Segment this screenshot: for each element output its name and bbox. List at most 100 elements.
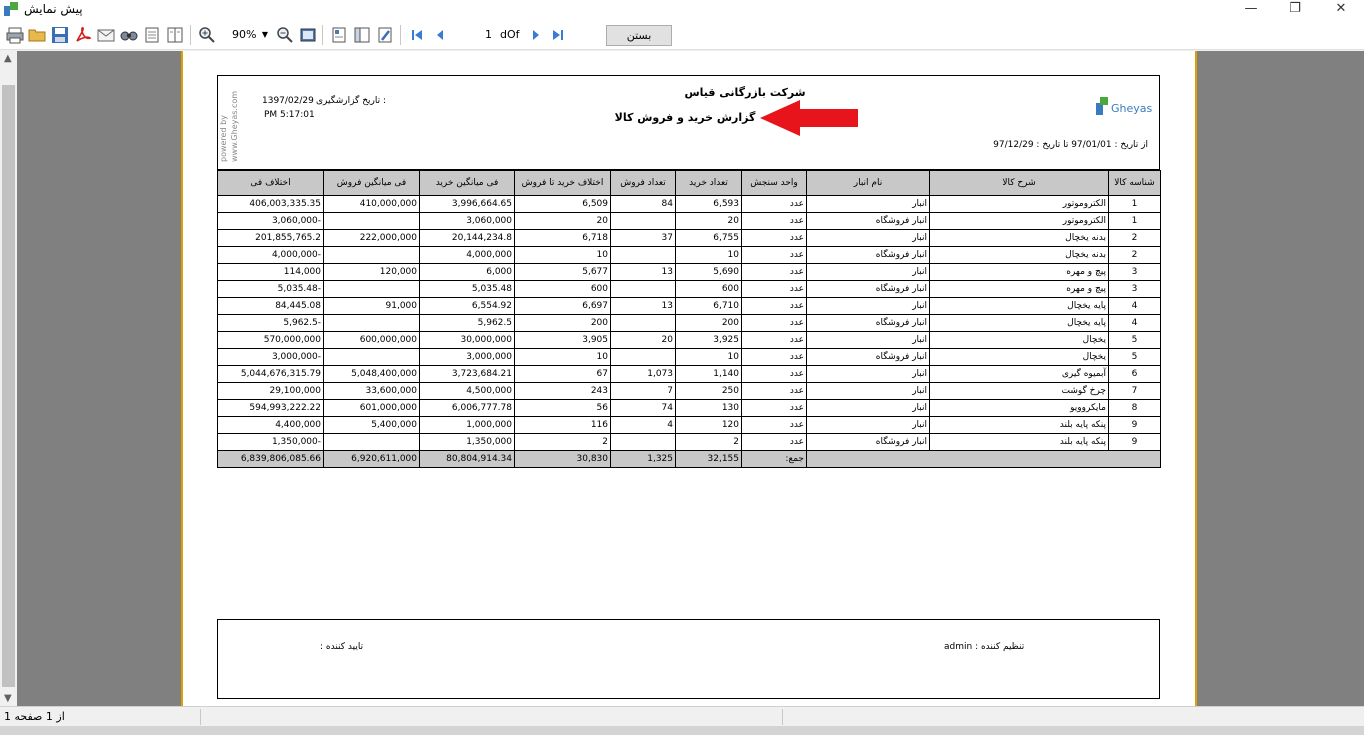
table-cell: 243 — [514, 382, 611, 400]
table-cell: 4,500,000 — [419, 382, 515, 400]
table-cell: انبار — [806, 297, 930, 315]
prev-page-icon[interactable] — [431, 26, 449, 44]
table-cell: 4,000,000- — [217, 246, 324, 264]
table-cell: 6,718 — [514, 229, 611, 247]
table-cell — [323, 348, 420, 366]
column-header: نام انبار — [806, 170, 930, 196]
page-of-label: dOf — [500, 28, 520, 41]
table-cell: 5,044,676,315.79 — [217, 365, 324, 383]
table-cell: 2 — [675, 433, 742, 451]
scroll-up-icon[interactable]: ▲ — [4, 53, 12, 64]
page-number-value: 1 — [485, 28, 492, 41]
save-icon[interactable] — [51, 26, 69, 44]
table-cell: 6,755 — [675, 229, 742, 247]
column-header: فی میانگین فروش — [323, 170, 420, 196]
table-cell: 5 — [1108, 331, 1161, 349]
total-cell: 32,155 — [675, 450, 742, 468]
zoom-select[interactable]: 90% ▼ — [224, 26, 270, 44]
zoom-out-icon[interactable] — [276, 26, 294, 44]
table-row: 1 الکتروموتور انبار فروشگاه عدد 20 20 3,060,00… — [217, 212, 1161, 230]
table-row: 5 یخچال انبار عدد 3,925 20 3,905 30,000,000 600,… — [217, 331, 1161, 349]
table-cell: 33,600,000 — [323, 382, 420, 400]
table-cell: 10 — [675, 246, 742, 264]
table-cell: انبار فروشگاه — [806, 314, 930, 332]
table-cell: انبار — [806, 263, 930, 281]
settings-icon[interactable] — [376, 26, 394, 44]
last-page-icon[interactable] — [549, 26, 567, 44]
close-button[interactable]: بستن — [606, 25, 672, 46]
total-cell: 30,830 — [514, 450, 611, 468]
table-cell: انبار فروشگاه — [806, 246, 930, 264]
preparer-label: تنظیم کننده : admin — [944, 642, 1025, 652]
table-row: 2 بدنه یخچال انبار فروشگاه عدد 10 10 4,000,000… — [217, 246, 1161, 264]
svg-text:Gheyas: Gheyas — [1111, 102, 1153, 115]
find-icon[interactable] — [120, 26, 138, 44]
table-cell: 1,000,000 — [419, 416, 515, 434]
pdf-icon[interactable] — [74, 26, 92, 44]
table-cell: 601,000,000 — [323, 399, 420, 417]
minimize-button[interactable]: — — [1228, 0, 1274, 20]
table-cell: 9 — [1108, 433, 1161, 451]
table-cell: 84,445.08 — [217, 297, 324, 315]
table-cell: 4,000,000 — [419, 246, 515, 264]
table-cell — [323, 433, 420, 451]
table-cell: 3,925 — [675, 331, 742, 349]
table-cell: 30,000,000 — [419, 331, 515, 349]
close-window-button[interactable]: ✕ — [1318, 0, 1364, 20]
table-cell: 5,677 — [514, 263, 611, 281]
report-time-value: PM 5:17:01 — [264, 110, 315, 120]
scrollbar-thumb[interactable] — [2, 85, 15, 687]
fit-page-icon[interactable] — [299, 26, 317, 44]
company-name: شرکت بازرگانی قیاس — [684, 86, 806, 99]
title-bar: پیش نمایش — ❐ ✕ — [0, 0, 1364, 20]
table-cell: عدد — [741, 365, 807, 383]
thumbnails-icon[interactable] — [330, 26, 348, 44]
table-cell: پنکه پایه بلند — [929, 433, 1109, 451]
print-icon[interactable] — [6, 26, 24, 44]
table-cell: 1,073 — [610, 365, 676, 383]
table-cell: 222,000,000 — [323, 229, 420, 247]
table-cell: 200 — [514, 314, 611, 332]
totals-row: جمع: 32,155 1,325 30,830 80,804,914.34 6,920,… — [217, 450, 1161, 468]
multi-page-icon[interactable] — [166, 26, 184, 44]
open-icon[interactable] — [28, 26, 46, 44]
table-cell: 10 — [514, 246, 611, 264]
outline-icon[interactable] — [353, 26, 371, 44]
maximize-button[interactable]: ❐ — [1272, 0, 1318, 20]
table-cell: الکتروموتور — [929, 195, 1109, 213]
scroll-down-icon[interactable]: ▼ — [4, 693, 12, 704]
table-cell: 10 — [675, 348, 742, 366]
table-cell — [323, 314, 420, 332]
toolbar: 90% ▼ 1 dOf بستن — [0, 20, 1364, 50]
table-cell: عدد — [741, 297, 807, 315]
app-logo-icon — [4, 2, 18, 16]
report-date-value: 1397/02/29 — [262, 96, 314, 106]
next-page-icon[interactable] — [527, 26, 545, 44]
table-cell: 6,006,777.78 — [419, 399, 515, 417]
table-cell — [610, 246, 676, 264]
total-cell: 6,920,611,000 — [323, 450, 420, 468]
column-header: اختلاف فی — [217, 170, 324, 196]
email-icon[interactable] — [97, 26, 115, 44]
table-cell — [610, 433, 676, 451]
table-cell — [610, 280, 676, 298]
table-cell: عدد — [741, 280, 807, 298]
table-cell: 67 — [514, 365, 611, 383]
page-number-input[interactable]: 1 — [454, 26, 494, 44]
table-row: 3 پیچ و مهره انبار فروشگاه عدد 600 600 5,035.4… — [217, 280, 1161, 298]
table-cell: 5,400,000 — [323, 416, 420, 434]
first-page-icon[interactable] — [408, 26, 426, 44]
zoom-in-icon[interactable] — [198, 26, 216, 44]
page-status: از 1 صفحه 1 — [4, 710, 65, 723]
single-page-icon[interactable] — [143, 26, 161, 44]
table-cell: 4,400,000 — [217, 416, 324, 434]
table-cell: 4 — [610, 416, 676, 434]
table-cell: 600 — [514, 280, 611, 298]
table-cell: 20 — [610, 331, 676, 349]
vertical-scrollbar[interactable]: ▲ ▼ — [0, 51, 17, 706]
table-cell: 200 — [675, 314, 742, 332]
table-row: 9 پنکه پایه بلند انبار عدد 120 4 116 1,000,000 5… — [217, 416, 1161, 434]
table-cell: 6,593 — [675, 195, 742, 213]
table-cell: 116 — [514, 416, 611, 434]
table-cell: 120,000 — [323, 263, 420, 281]
